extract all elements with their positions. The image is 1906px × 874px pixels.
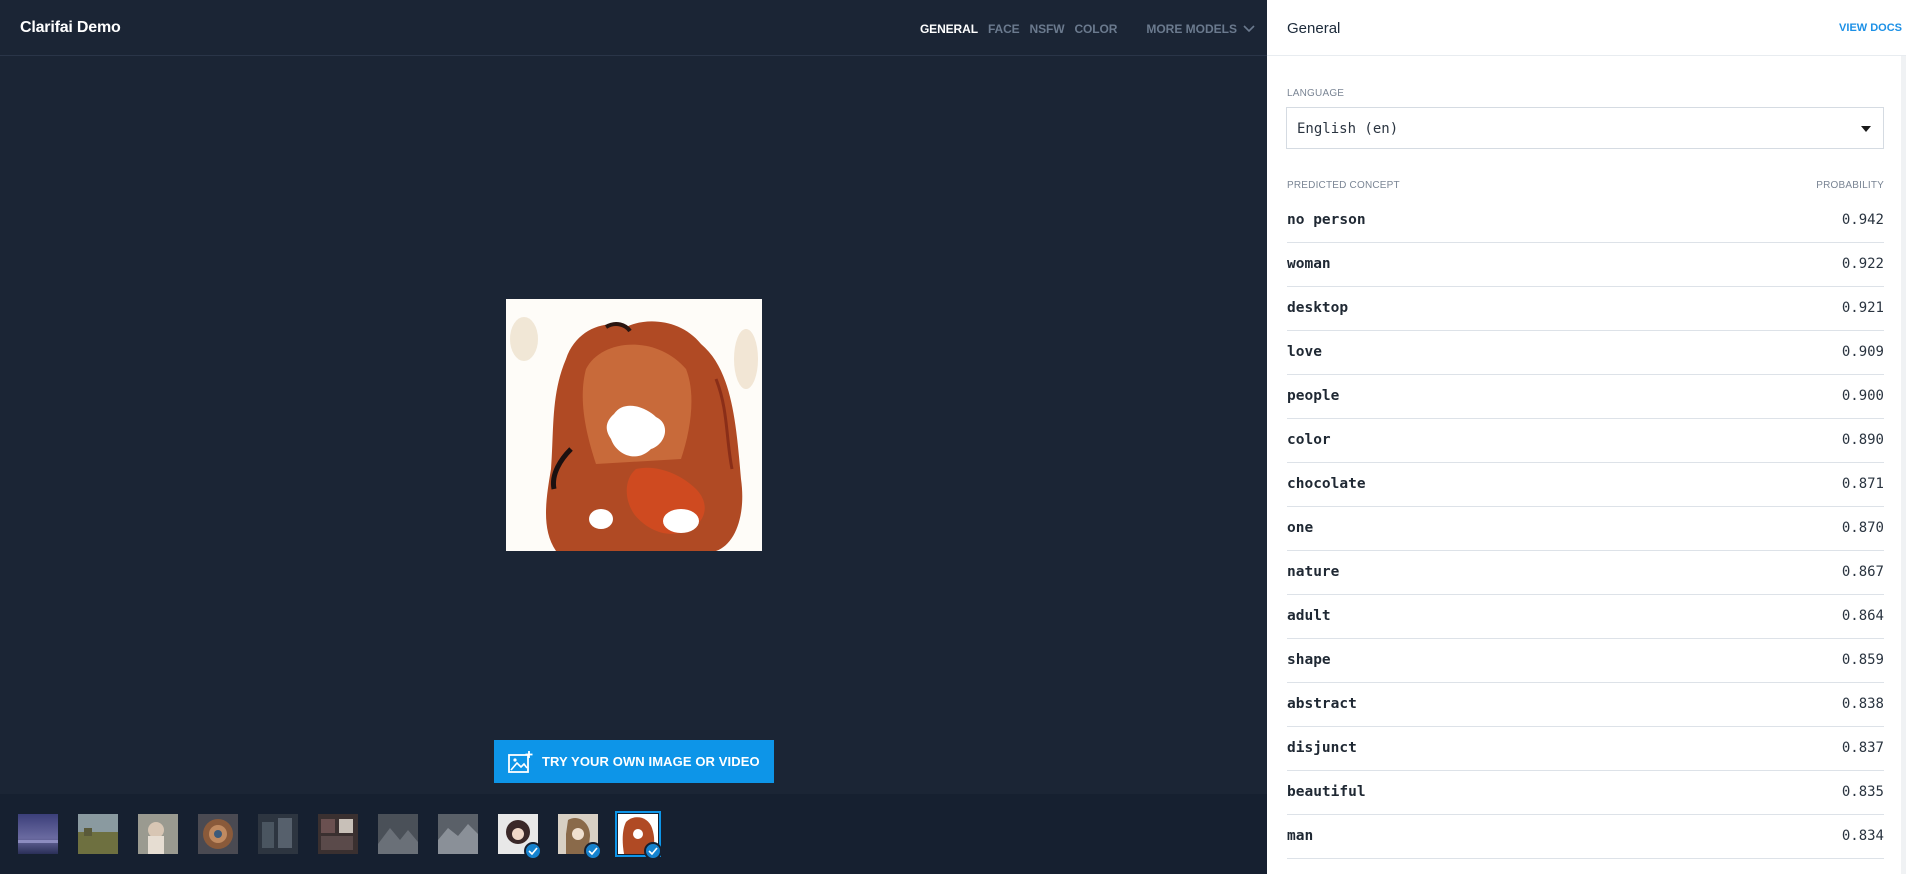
concept-name: one [1287,520,1314,536]
model-tabs: GENERAL FACE NSFW COLOR MORE MODELS [920,21,1267,37]
chevron-down-icon [1243,25,1255,33]
concept-probability: 0.871 [1841,476,1884,492]
concept-probability: 0.942 [1841,212,1884,228]
concept-probability: 0.922 [1841,256,1884,272]
panel-header: General VIEW DOCS [1267,0,1906,56]
sample-thumbnails [0,794,1267,874]
concept-probability: 0.835 [1841,784,1884,800]
app-title: Clarifai Demo [20,19,121,36]
concept-name: chocolate [1287,476,1366,492]
panel-title: General [1287,20,1341,37]
concept-name: desktop [1287,300,1349,316]
more-models-dropdown[interactable]: MORE MODELS [1146,22,1255,36]
sample-thumbnail[interactable] [438,814,478,854]
sample-thumbnail[interactable] [258,814,298,854]
concept-name: beautiful [1287,784,1366,800]
concept-name: color [1287,432,1331,448]
concept-name: shape [1287,652,1331,668]
upload-button-label: TRY YOUR OWN IMAGE OR VIDEO [542,754,760,769]
concept-name: adult [1287,608,1331,624]
sample-thumbnail[interactable] [138,814,178,854]
concept-name: woman [1287,256,1331,272]
concept-row: color 0.890 [1287,419,1884,463]
concept-name: no person [1287,212,1366,228]
concept-row: disjunct 0.837 [1287,727,1884,771]
concept-probability: 0.867 [1841,564,1884,580]
concept-name: man [1287,828,1314,844]
tab-face[interactable]: FACE [988,22,1020,36]
concept-name: disjunct [1287,740,1357,756]
concept-name: love [1287,344,1322,360]
concept-probability: 0.834 [1841,828,1884,844]
concept-row: love 0.909 [1287,331,1884,375]
concept-row: no person 0.942 [1287,199,1884,243]
concept-row: shape 0.859 [1287,639,1884,683]
language-value: English (en) [1297,121,1399,137]
concept-probability: 0.921 [1841,300,1884,316]
sample-thumbnail[interactable] [378,814,418,854]
concept-probability: 0.838 [1841,696,1884,712]
concept-probability: 0.909 [1841,344,1884,360]
tab-general[interactable]: GENERAL [920,22,978,36]
caret-down-icon [1861,126,1871,132]
sample-thumbnail[interactable] [78,814,118,854]
concept-row: beautiful 0.835 [1287,771,1884,815]
concept-list: no person 0.942 woman 0.922 desktop 0.921 l… [1287,199,1884,859]
upload-button[interactable]: TRY YOUR OWN IMAGE OR VIDEO [494,740,774,783]
concept-probability: 0.900 [1841,388,1884,404]
concept-name: abstract [1287,696,1357,712]
sample-thumbnail[interactable] [18,814,58,854]
demo-stage: Clarifai Demo GENERAL FACE NSFW COLOR MO… [0,0,1267,874]
concept-column-header: PREDICTED CONCEPT [1287,180,1400,191]
concept-probability: 0.890 [1841,432,1884,448]
concept-row: desktop 0.921 [1287,287,1884,331]
more-models-label: MORE MODELS [1146,22,1237,36]
sample-thumbnail[interactable] [318,814,358,854]
concept-probability: 0.859 [1841,652,1884,668]
sample-thumbnail[interactable] [198,814,238,854]
concept-row: people 0.900 [1287,375,1884,419]
concept-probability: 0.870 [1841,520,1884,536]
analyzed-image [506,299,762,551]
image-upload-icon [508,750,533,773]
concept-name: people [1287,388,1340,404]
concept-row: woman 0.922 [1287,243,1884,287]
view-docs-link[interactable]: VIEW DOCS [1839,22,1902,34]
probability-column-header: PROBABILITY [1816,180,1884,191]
concept-row: adult 0.864 [1287,595,1884,639]
tab-color[interactable]: COLOR [1074,22,1117,36]
check-icon [584,842,602,860]
concept-row: nature 0.867 [1287,551,1884,595]
top-bar: Clarifai Demo GENERAL FACE NSFW COLOR MO… [0,0,1267,56]
concept-row: abstract 0.838 [1287,683,1884,727]
check-icon [644,842,662,860]
language-select[interactable]: English (en) [1286,107,1884,149]
concept-row: one 0.870 [1287,507,1884,551]
check-icon [524,842,542,860]
tab-nsfw[interactable]: NSFW [1030,22,1065,36]
concept-probability: 0.864 [1841,608,1884,624]
language-label: LANGUAGE [1287,88,1345,99]
results-panel: General VIEW DOCS LANGUAGE English (en) … [1267,0,1906,874]
concept-row: man 0.834 [1287,815,1884,859]
concept-probability: 0.837 [1841,740,1884,756]
concept-name: nature [1287,564,1340,580]
concept-row: chocolate 0.871 [1287,463,1884,507]
panel-scrollbar[interactable] [1901,56,1906,874]
